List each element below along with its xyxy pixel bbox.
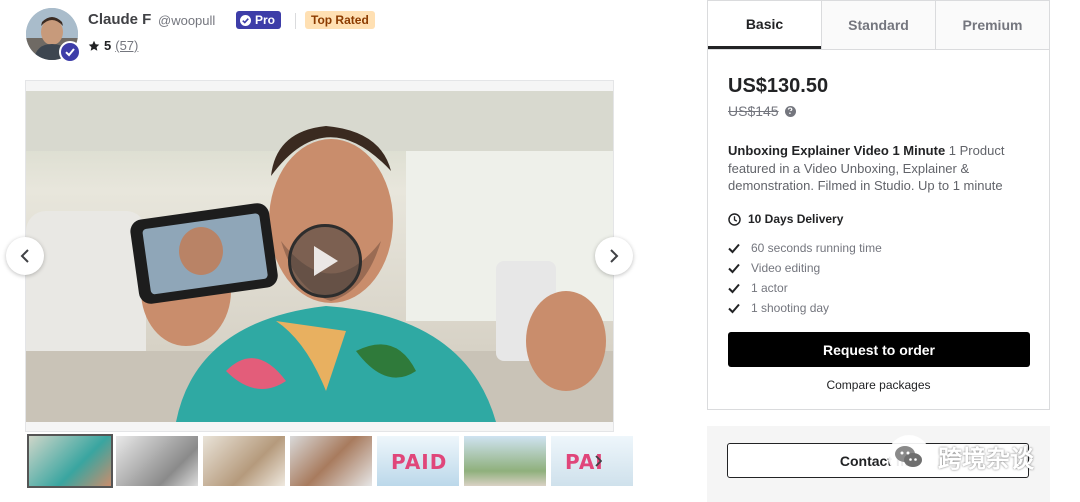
pro-check-icon [240,14,251,26]
play-icon [314,246,338,276]
feature-item: 60 seconds running time [728,238,882,258]
thumbnail-2[interactable] [116,436,198,486]
watermark-text: 跨境杂谈 [938,444,1034,473]
watermark: 跨境杂谈 [886,433,1034,479]
delivery-label: 10 Days Delivery [748,212,844,226]
rating-score: 5 [104,38,112,53]
feature-item: 1 shooting day [728,298,882,318]
compare-packages-link[interactable]: Compare packages [708,378,1049,392]
package-description: Unboxing Explainer Video 1 Minute 1 Prod… [728,142,1038,195]
tab-premium[interactable]: Premium [935,1,1049,49]
seller-handle: @woopull [158,13,216,28]
help-icon[interactable]: ? [784,105,796,117]
feature-item: Video editing [728,258,882,278]
pro-label: Pro [255,13,276,27]
feature-list: 60 seconds running time Video editing 1 … [728,238,882,318]
thumbnail-3[interactable] [203,436,285,486]
old-price-value: US$145 [728,103,779,119]
review-count[interactable]: (57) [115,38,138,53]
check-icon [728,283,740,294]
chevron-right-icon [610,249,619,263]
clock-icon [728,212,741,226]
package-old-price: US$145 ? [728,103,796,119]
thumbnail-5-text: PAID [391,450,448,474]
thumbnails-next-button[interactable] [594,454,603,470]
star-icon [88,40,100,51]
thumbnail-7[interactable]: PAI [551,436,633,486]
feature-label: 1 actor [751,281,788,295]
verified-badge-icon [59,41,81,63]
thumbnail-1[interactable] [27,434,113,488]
tab-standard[interactable]: Standard [821,1,935,49]
feature-label: Video editing [751,261,821,275]
feature-label: 1 shooting day [751,301,830,315]
play-button[interactable] [288,224,362,298]
chevron-left-icon [20,249,29,263]
seller-avatar[interactable] [26,8,81,63]
chevron-right-icon [595,455,603,467]
feature-item: 1 actor [728,278,882,298]
gallery-thumbnails: PAID PAI [27,434,633,488]
package-panel: Basic Standard Premium US$130.50 US$145 … [707,0,1050,410]
gallery-prev-button[interactable] [6,237,44,275]
check-icon [728,303,740,314]
package-title: Unboxing Explainer Video 1 Minute [728,143,946,158]
thumbnail-5[interactable]: PAID [377,436,459,486]
tab-basic[interactable]: Basic [708,1,821,49]
check-icon [728,263,740,274]
seller-rating[interactable]: 5 (57) [88,38,138,53]
wechat-logo-icon [888,435,930,477]
seller-name[interactable]: Claude F [88,11,151,28]
header-divider [295,13,296,29]
thumbnail-4[interactable] [290,436,372,486]
pro-badge: Pro [236,11,282,29]
package-price: US$130.50 [728,75,829,97]
feature-label: 60 seconds running time [751,241,882,255]
request-order-button[interactable]: Request to order [728,332,1030,367]
top-rated-badge: Top Rated [305,11,375,29]
package-tabs: Basic Standard Premium [708,1,1049,50]
thumbnail-6[interactable] [464,436,546,486]
delivery-time: 10 Days Delivery [728,212,843,226]
gallery-next-button[interactable] [595,237,633,275]
check-icon [728,243,740,254]
